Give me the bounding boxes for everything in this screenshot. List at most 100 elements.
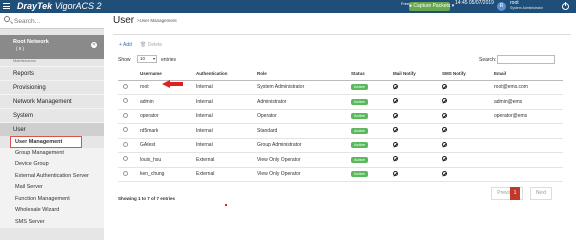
status-badge: Active — [351, 171, 368, 178]
table-row[interactable]: operator Internal Operator Active operator@e… — [118, 109, 563, 124]
table-search-label: Search: — [479, 57, 497, 63]
sidebar-item-system[interactable]: System — [0, 108, 104, 122]
divider — [113, 34, 571, 35]
row-select-radio[interactable] — [123, 141, 128, 147]
mail-notify-off-icon[interactable] — [393, 127, 398, 133]
username-cell[interactable]: ken_chung — [138, 167, 194, 182]
sms-notify-off-icon[interactable] — [442, 127, 447, 133]
username-cell[interactable]: GAtest — [138, 138, 194, 153]
column-sms-notify[interactable]: SMS Notify — [440, 68, 492, 81]
network-selector[interactable]: Root Network ( 5 ) ✕ — [0, 35, 104, 59]
row-select-radio[interactable] — [123, 83, 128, 89]
menu-icon[interactable] — [3, 3, 10, 9]
mail-notify-cell — [391, 138, 440, 153]
sms-notify-off-icon[interactable] — [442, 112, 447, 118]
sms-notify-cell — [440, 167, 492, 182]
mail-notify-off-icon[interactable] — [393, 98, 398, 104]
sidebar-item-reports[interactable]: Reports — [0, 66, 104, 80]
main-content: User >User Management + Add 🗑 Delete Sho… — [104, 13, 576, 240]
sidebar-item-maintenance[interactable]: Maintenance — [0, 59, 104, 66]
sidebar-item-mail-server[interactable]: Mail Server — [0, 182, 104, 194]
email-cell: admin@ems — [492, 94, 563, 110]
column-username[interactable]: Username — [138, 68, 194, 81]
page-length-select[interactable]: 10 — [137, 55, 157, 63]
status-cell: Active — [349, 152, 391, 168]
column-status[interactable]: Status — [349, 68, 391, 81]
row-select-radio[interactable] — [123, 170, 128, 176]
sidebar-item-external-auth-server[interactable]: External Authentication Server — [0, 170, 104, 182]
sms-notify-off-icon[interactable] — [442, 141, 447, 147]
mail-notify-cell — [391, 80, 440, 95]
mail-notify-off-icon[interactable] — [393, 170, 398, 176]
brand-logo: DrayTek VigorACS 2 — [17, 0, 102, 13]
mail-notify-off-icon[interactable] — [393, 156, 398, 162]
row-select-radio[interactable] — [123, 127, 128, 133]
username-cell[interactable]: operator — [138, 109, 194, 124]
table-row[interactable]: GAtest Internal Group Administrator Active — [118, 138, 563, 153]
email-cell: operator@ems — [492, 109, 563, 124]
sms-notify-off-icon[interactable] — [442, 170, 447, 176]
authentication-cell: Internal — [194, 123, 255, 139]
column-authentication[interactable]: Authentication — [194, 68, 255, 81]
row-select-cell — [118, 109, 138, 124]
role-cell: View Only Operator — [255, 152, 349, 168]
sms-notify-off-icon[interactable] — [442, 98, 447, 104]
sms-notify-off-icon[interactable] — [442, 83, 447, 89]
authentication-cell: Internal — [194, 80, 255, 95]
sidebar-item-sms-server[interactable]: SMS Server — [0, 216, 104, 228]
username-cell[interactable]: admin — [138, 94, 194, 110]
sms-notify-cell — [440, 123, 492, 139]
row-select-cell — [118, 94, 138, 110]
row-select-radio[interactable] — [123, 156, 128, 162]
role-cell: Administrator — [255, 94, 349, 110]
sidebar-nav: Maintenance Reports Provisioning Network… — [0, 59, 104, 228]
add-button[interactable]: + Add — [119, 42, 132, 48]
row-select-radio[interactable] — [123, 112, 128, 118]
table-row[interactable]: rd5mark Internal Standard Active — [118, 123, 563, 139]
sidebar-item-function-management[interactable]: Function Management — [0, 193, 104, 205]
role-cell: Operator — [255, 109, 349, 124]
row-select-radio[interactable] — [123, 98, 128, 104]
column-mail-notify[interactable]: Mail Notify — [391, 68, 440, 81]
next-page-button[interactable]: Next — [530, 187, 552, 200]
status-cell: Active — [349, 80, 391, 95]
authentication-cell: Internal — [194, 138, 255, 153]
avatar[interactable]: R — [497, 2, 506, 11]
sms-notify-cell — [440, 80, 492, 95]
table-row[interactable]: louis_hsu External View Only Operator Activ… — [118, 152, 563, 168]
authentication-cell: Internal — [194, 94, 255, 110]
sidebar-item-network-management[interactable]: Network Management — [0, 94, 104, 108]
sms-notify-off-icon[interactable] — [442, 156, 447, 162]
sidebar-item-user-management[interactable]: User Management — [10, 136, 82, 148]
table-row[interactable]: root Internal System Administrator Active ro… — [118, 80, 563, 95]
sidebar-search-input[interactable] — [14, 15, 100, 27]
users-table-body: root Internal System Administrator Active ro… — [118, 80, 563, 182]
username-cell[interactable]: louis_hsu — [138, 152, 194, 168]
status-cell: Active — [349, 123, 391, 139]
delete-icon: 🗑 — [140, 42, 147, 48]
delete-button[interactable]: 🗑 Delete — [140, 42, 162, 48]
mail-notify-off-icon[interactable] — [393, 112, 398, 118]
status-badge: Active — [351, 84, 368, 91]
table-row[interactable]: ken_chung External View Only Operator Activ… — [118, 167, 563, 182]
mail-notify-off-icon[interactable] — [393, 141, 398, 147]
sidebar-item-user[interactable]: User — [0, 122, 104, 136]
mail-notify-cell — [391, 94, 440, 110]
username-cell[interactable]: rd5mark — [138, 123, 194, 139]
mail-notify-cell — [391, 167, 440, 182]
close-icon[interactable]: ✕ — [91, 42, 97, 48]
column-email[interactable]: Email — [492, 68, 563, 81]
column-role[interactable]: Role — [255, 68, 349, 81]
sidebar-item-device-group[interactable]: Device Group — [0, 159, 104, 171]
capture-packets-button[interactable]: ● Capture Packets ▾ — [409, 2, 454, 11]
table-row[interactable]: admin Internal Administrator Active admin@em… — [118, 94, 563, 110]
current-page-button[interactable]: 1 — [510, 187, 520, 200]
sidebar-item-wholesale-wizard[interactable]: Wholesale Wizard — [0, 205, 104, 217]
clock: 14:45 05/07/2019 — [455, 0, 494, 6]
mail-notify-off-icon[interactable] — [393, 83, 398, 89]
sidebar-item-provisioning[interactable]: Provisioning — [0, 80, 104, 94]
table-search-input[interactable] — [497, 55, 555, 64]
logout-icon[interactable] — [562, 2, 569, 10]
sidebar-item-group-management[interactable]: Group Management — [0, 147, 104, 159]
mail-notify-cell — [391, 109, 440, 124]
